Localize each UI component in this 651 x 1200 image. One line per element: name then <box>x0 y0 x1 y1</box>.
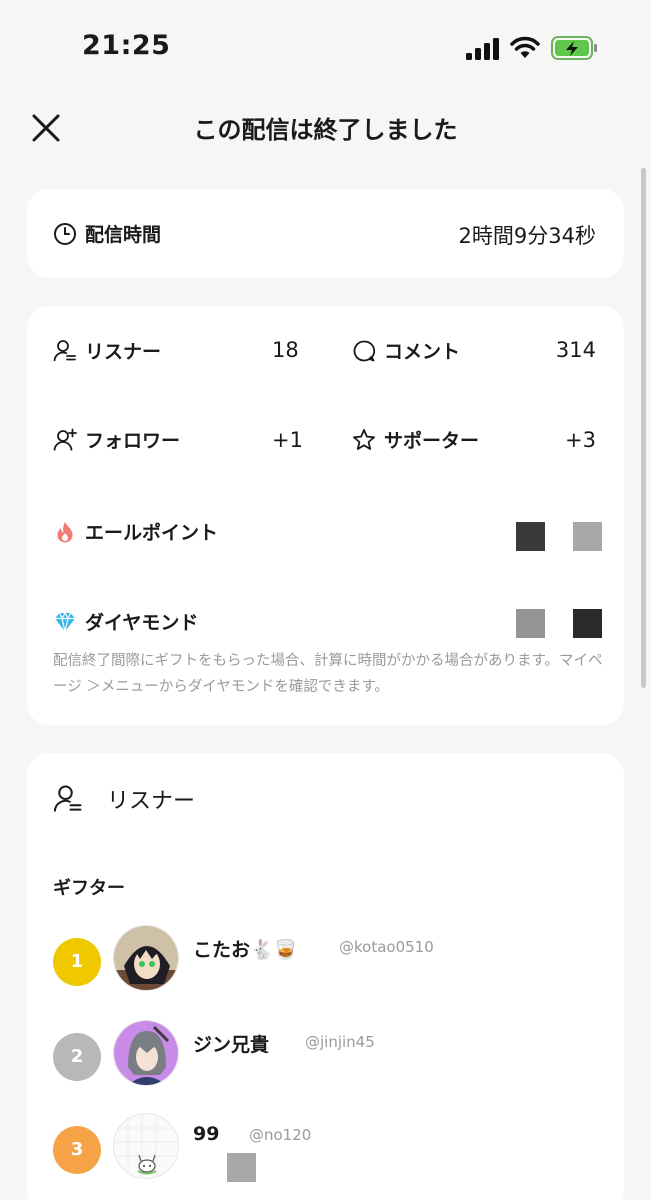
supporter-count-label: サポーター <box>352 426 479 453</box>
listeners-card: リスナー ギフター 1 こたお🐇🥃 @kotao0510 2 ジン兄貴 @jin… <box>27 753 624 1200</box>
follower-count-value: +1 <box>272 428 303 452</box>
avatar[interactable] <box>113 1113 179 1179</box>
speech-bubble-icon <box>352 339 376 363</box>
scrollbar[interactable] <box>641 168 646 688</box>
gifter-row[interactable]: 1 こたお🐇🥃 @kotao0510 <box>53 925 613 995</box>
diamond-label: ダイヤモンド <box>53 608 198 635</box>
page-title: この配信は終了しました <box>193 116 458 144</box>
ale-point-label-text: エールポイント <box>85 522 219 544</box>
gifter-row[interactable]: 3 99 @no120 <box>53 1113 613 1183</box>
star-icon <box>352 428 376 452</box>
duration-value: 2時間9分34秒 <box>458 224 596 248</box>
avatar[interactable] <box>113 1020 179 1086</box>
listeners-section-title: リスナー <box>107 789 196 814</box>
gifter-name: こたお🐇🥃 <box>193 939 298 961</box>
header: この配信は終了しました <box>0 96 651 160</box>
listener-count-label: リスナー <box>53 337 161 364</box>
supporter-label-text: サポーター <box>384 430 480 452</box>
gifter-heading: ギフター <box>53 878 125 899</box>
person-plus-icon <box>53 428 77 452</box>
flame-icon <box>53 520 77 544</box>
wifi-icon <box>510 36 540 58</box>
diamond-label-text: ダイヤモンド <box>85 612 199 634</box>
signal-icon <box>466 38 499 60</box>
redacted-block <box>573 609 602 638</box>
listener-label-text: リスナー <box>85 341 162 363</box>
status-bar: 21:25 <box>0 0 651 96</box>
diamond-note: 配信終了間際にギフトをもらった場合、計算に時間がかかる場合があります。マイページ… <box>53 653 603 695</box>
comment-count-value: 314 <box>555 338 596 362</box>
gifter-handle: @jinjin45 <box>305 1033 375 1051</box>
clock-icon <box>53 222 77 246</box>
redacted-block <box>573 522 602 551</box>
rank-badge: 3 <box>53 1126 101 1174</box>
person-icon <box>53 785 82 812</box>
rank-badge: 1 <box>53 938 101 986</box>
follower-label-text: フォロワー <box>85 430 181 452</box>
comment-label-text: コメント <box>384 341 461 363</box>
avatar[interactable] <box>113 925 179 991</box>
follower-count-label: フォロワー <box>53 426 180 453</box>
rank-badge: 2 <box>53 1033 101 1081</box>
redacted-block <box>516 522 545 551</box>
gifter-handle: @no120 <box>249 1126 312 1144</box>
diamond-icon <box>53 610 77 634</box>
listeners-section-header: リスナー <box>53 783 195 815</box>
redacted-block <box>227 1153 256 1182</box>
redacted-block <box>516 609 545 638</box>
comment-count-label: コメント <box>352 337 460 364</box>
duration-label: 配信時間 <box>53 220 161 247</box>
supporter-count-value: +3 <box>565 428 596 452</box>
gifter-name: 99 <box>193 1123 220 1145</box>
person-icon <box>53 339 77 363</box>
duration-card: 配信時間 2時間9分34秒 <box>27 189 624 278</box>
gifter-row[interactable]: 2 ジン兄貴 @jinjin45 <box>53 1020 613 1090</box>
gifter-handle: @kotao0510 <box>339 938 434 956</box>
stats-card: リスナー 18 コメント 314 フォロワー +1 サポーター +3 エールポイ… <box>27 306 624 725</box>
listener-count-value: 18 <box>272 338 299 362</box>
status-time: 21:25 <box>82 30 171 61</box>
ale-point-label: エールポイント <box>53 518 218 545</box>
duration-label-text: 配信時間 <box>85 224 162 246</box>
battery-icon <box>551 36 597 60</box>
gifter-name: ジン兄貴 <box>193 1034 270 1056</box>
